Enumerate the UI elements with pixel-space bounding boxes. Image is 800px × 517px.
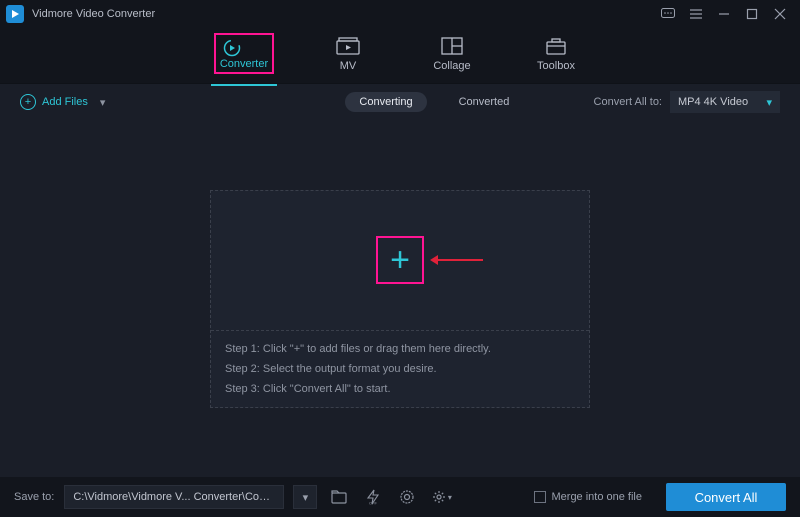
converter-icon [220,38,244,58]
convert-all-button[interactable]: Convert All [666,483,786,511]
workspace: + Step 1: Click "+" to add files or drag… [0,120,800,477]
tab-label: Converter [220,58,268,70]
tab-label: MV [340,60,357,72]
merge-label: Merge into one file [552,491,643,503]
convert-all-to-label: Convert All to: [594,96,662,108]
minimize-button[interactable] [710,2,738,26]
save-to-label: Save to: [14,491,54,503]
titlebar: Vidmore Video Converter [0,0,800,28]
tab-converter[interactable]: Converter [213,33,275,78]
instructions: Step 1: Click "+" to add files or drag t… [211,331,589,407]
mv-icon [336,36,360,56]
toolbox-icon [544,36,568,56]
save-path-dropdown[interactable]: ▾ [293,485,317,509]
gpu-accel-button[interactable]: OFF [361,485,385,509]
feedback-icon[interactable] [654,2,682,26]
menu-icon[interactable] [682,2,710,26]
chevron-down-icon: ▾ [100,96,106,109]
bottom-bar: Save to: C:\Vidmore\Vidmore V... Convert… [0,477,800,517]
annotation-arrow [430,255,483,265]
tab-toolbox[interactable]: Toolbox [525,36,587,76]
sub-toolbar: + Add Files ▾ Converting Converted Conve… [0,84,800,120]
app-title: Vidmore Video Converter [32,8,155,20]
convert-all-to: Convert All to: MP4 4K Video ▾ [594,91,780,113]
add-files-button[interactable]: + Add Files ▾ [20,94,105,110]
save-path-field[interactable]: C:\Vidmore\Vidmore V... Converter\Conver… [64,485,284,509]
high-speed-button[interactable] [395,485,419,509]
save-path-value: C:\Vidmore\Vidmore V... Converter\Conver… [73,491,275,503]
output-format-dropdown[interactable]: MP4 4K Video ▾ [670,91,780,113]
plus-circle-icon: + [20,94,36,110]
tab-mv[interactable]: MV [317,36,379,76]
settings-button[interactable]: ▾ [429,485,453,509]
add-files-big-button[interactable]: + [376,236,424,284]
segment-converting[interactable]: Converting [345,92,426,112]
main-tabs: Converter MV Collage Toolbox [0,28,800,84]
close-button[interactable] [766,2,794,26]
step-1: Step 1: Click "+" to add files or drag t… [225,343,575,355]
drop-zone[interactable]: + [211,191,589,331]
maximize-button[interactable] [738,2,766,26]
status-segment: Converting Converted [345,92,523,112]
format-value: MP4 4K Video [678,96,748,108]
step-2: Step 2: Select the output format you des… [225,363,575,375]
segment-converted[interactable]: Converted [445,92,524,112]
plus-icon: + [390,243,410,277]
merge-checkbox[interactable]: Merge into one file [534,491,643,503]
tab-label: Collage [433,60,470,72]
tab-collage[interactable]: Collage [421,36,483,76]
checkbox-box [534,491,546,503]
collage-icon [440,36,464,56]
add-files-label: Add Files [42,96,88,108]
tab-label: Toolbox [537,60,575,72]
convert-all-label: Convert All [695,490,758,505]
open-folder-button[interactable] [327,485,351,509]
step-3: Step 3: Click "Convert All" to start. [225,383,575,395]
chevron-down-icon: ▾ [766,96,772,109]
svg-text:OFF: OFF [369,501,378,506]
drop-panel: + Step 1: Click "+" to add files or drag… [210,190,590,408]
app-logo [6,5,24,23]
